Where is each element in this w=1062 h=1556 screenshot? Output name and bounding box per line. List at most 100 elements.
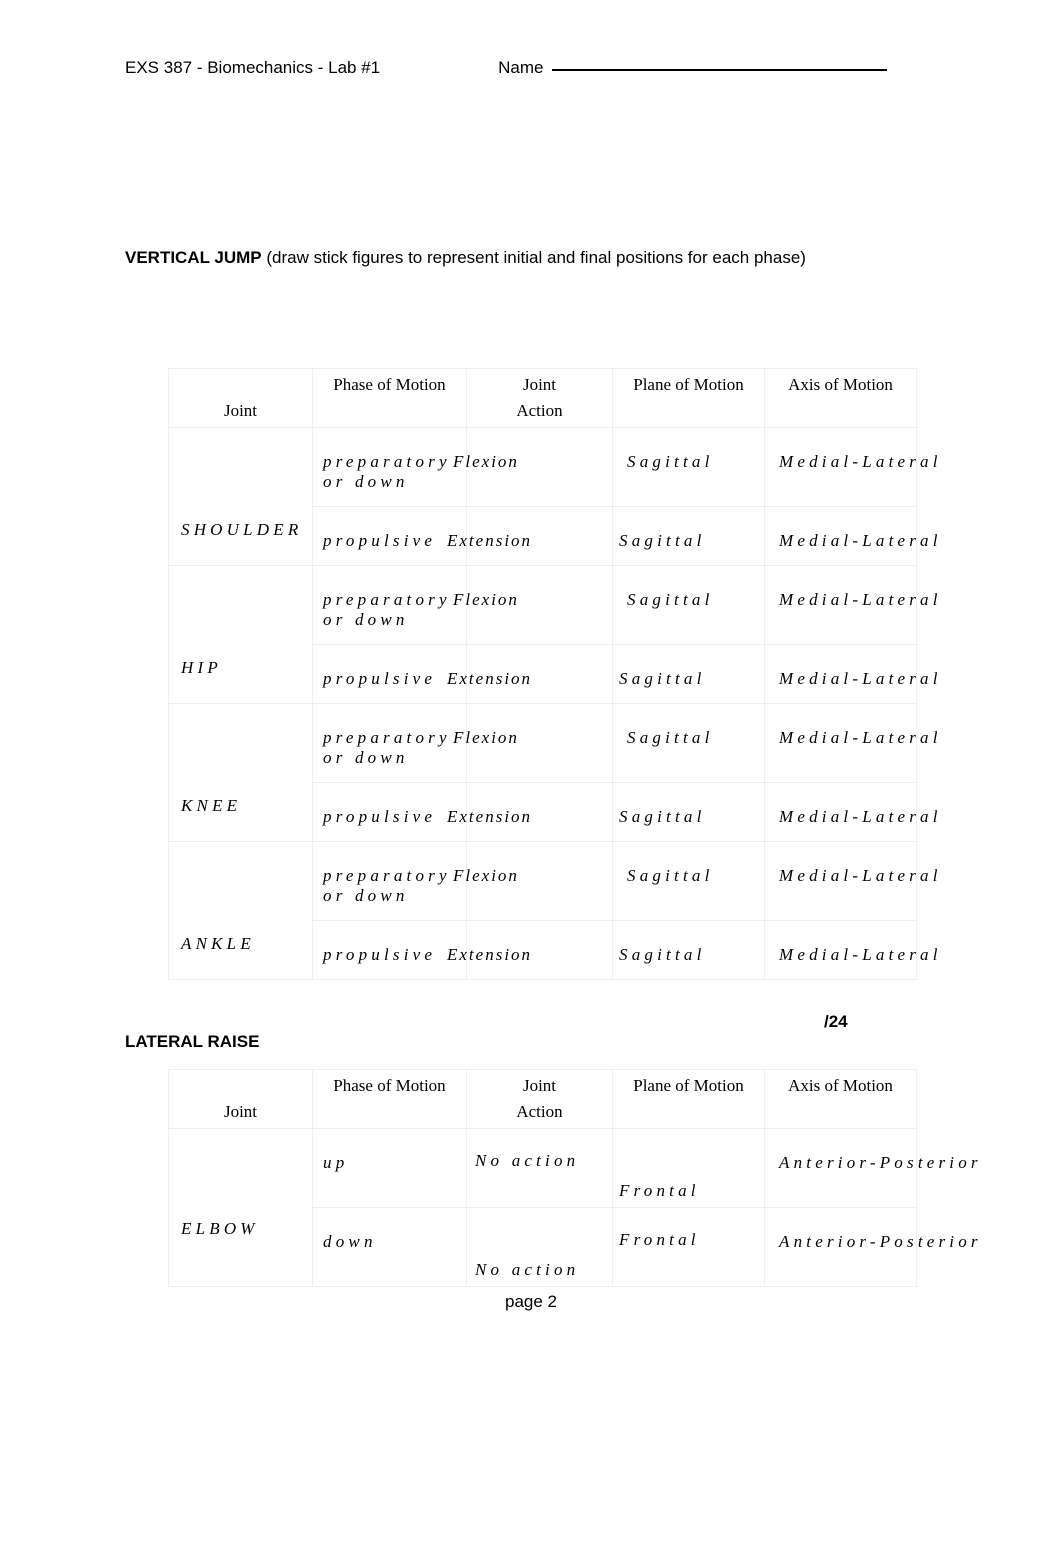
score-mark: /24 [824, 1012, 848, 1031]
header-label-joint-top: Joint [522, 375, 557, 394]
cell-plane[interactable]: Sagittal [612, 782, 765, 842]
header-cell-plane: Plane of Motion [612, 1069, 765, 1129]
cell-joint-action[interactable]: Flexion [453, 427, 613, 507]
cell-plane[interactable]: Sagittal [612, 506, 765, 566]
axis-value: Medial-Lateral [779, 807, 942, 826]
cell-plane[interactable]: Sagittal [612, 644, 765, 704]
joint-action-value: Extension [447, 669, 533, 688]
header-cell-axis: Axis of Motion [764, 1069, 917, 1129]
cell-axis[interactable]: Medial-Lateral [764, 427, 937, 507]
axis-value: Medial-Lateral [779, 452, 942, 471]
course-title: EXS 387 - Biomechanics - Lab #1 [125, 58, 381, 77]
joint-name: KNEE [181, 796, 242, 815]
cell-axis[interactable]: Medial-Lateral [764, 644, 937, 704]
cell-plane[interactable]: Sagittal [612, 920, 765, 980]
joint-name: SHOULDER [181, 520, 303, 539]
cell-axis[interactable]: Medial-Lateral [764, 920, 937, 980]
cell-joint-action[interactable]: Extension [447, 644, 613, 704]
cell-joint-action[interactable]: Extension [447, 782, 613, 842]
vertical-jump-table: Joint Phase of Motion Joint Action Plane… [168, 368, 937, 980]
plane-value: Sagittal [627, 728, 714, 747]
axis-value: Medial-Lateral [779, 866, 942, 885]
phase-line-1: preparatory [323, 866, 451, 885]
header-cell-phase: Phase of Motion [312, 1069, 467, 1129]
cell-plane[interactable]: Sagittal [612, 703, 765, 783]
table-header-row: Joint Phase of Motion Joint Action Plane… [168, 1069, 917, 1129]
cell-joint-action[interactable]: Flexion [453, 703, 613, 783]
cell-phase[interactable]: down [312, 1207, 467, 1287]
cell-phase[interactable]: preparatory or down [312, 841, 467, 921]
cell-axis[interactable]: Medial-Lateral [764, 565, 937, 645]
page-footer: page 2 [505, 1292, 557, 1311]
cell-joint-action[interactable]: Extension [447, 920, 613, 980]
joint-name: ELBOW [181, 1219, 259, 1238]
header-cell-axis: Axis of Motion [764, 368, 917, 428]
vertical-jump-heading: VERTICAL JUMP (draw stick figures to rep… [125, 248, 806, 268]
table-row: SHOULDER preparatory or down Flexion Sag… [168, 427, 937, 566]
header-label-joint: Joint [223, 1102, 258, 1121]
phase-line-2: or down [323, 886, 409, 905]
cell-phase[interactable]: propulsive [312, 782, 467, 842]
plane-value: Frontal [619, 1230, 700, 1249]
phase-line-1: preparatory [323, 590, 451, 609]
cell-axis[interactable]: Medial-Lateral [764, 703, 937, 783]
axis-value: Medial-Lateral [779, 531, 942, 550]
cell-joint: ELBOW [168, 1128, 313, 1287]
cell-phase[interactable]: up [312, 1128, 467, 1208]
cell-axis[interactable]: Anterior-Posterior [764, 1128, 978, 1208]
joint-action-value: No action [475, 1151, 580, 1170]
axis-value: Medial-Lateral [779, 728, 942, 747]
cell-plane[interactable]: Sagittal [612, 841, 765, 921]
cell-axis[interactable]: Medial-Lateral [764, 506, 937, 566]
phase-line-1: propulsive [323, 945, 437, 964]
cell-phase[interactable]: propulsive [312, 506, 467, 566]
cell-plane[interactable]: Sagittal [612, 427, 765, 507]
phase-line-1: preparatory [323, 728, 451, 747]
vertical-jump-heading-strong: VERTICAL JUMP [125, 248, 262, 267]
plane-value: Sagittal [619, 807, 706, 826]
lateral-raise-heading: LATERAL RAISE [125, 1032, 260, 1051]
plane-value: Sagittal [619, 531, 706, 550]
phase-line-1: propulsive [323, 807, 437, 826]
cell-joint: SHOULDER [168, 427, 313, 566]
cell-axis[interactable]: Medial-Lateral [764, 782, 937, 842]
axis-value: Anterior-Posterior [779, 1232, 982, 1251]
table-row: ANKLE preparatory or down Flexion Sagitt… [168, 841, 937, 980]
cell-phase[interactable]: propulsive [312, 644, 467, 704]
table-header-row: Joint Phase of Motion Joint Action Plane… [168, 368, 917, 428]
cell-plane[interactable]: Frontal [612, 1128, 765, 1208]
joint-name: ANKLE [181, 934, 255, 953]
joint-action-value: Extension [447, 807, 533, 826]
name-label: Name [498, 58, 544, 77]
cell-phase[interactable]: propulsive [312, 920, 467, 980]
cell-joint: KNEE [168, 703, 313, 842]
cell-joint-action[interactable]: Extension [447, 506, 613, 566]
cell-joint-action[interactable]: No action [466, 1128, 613, 1208]
header-cell-joint: Joint [168, 368, 313, 428]
cell-plane[interactable]: Sagittal [612, 565, 765, 645]
header-label-phase: Phase of Motion [333, 375, 446, 394]
cell-joint-action[interactable]: Flexion [453, 565, 613, 645]
header-cell-joint-action: Joint Action [466, 1069, 613, 1129]
header-label-joint-top: Joint [522, 1076, 557, 1095]
header-label-axis: Axis of Motion [788, 1076, 893, 1095]
axis-value: Anterior-Posterior [779, 1153, 982, 1172]
cell-joint: HIP [168, 565, 313, 704]
joint-action-value: Flexion [453, 452, 519, 471]
cell-phase[interactable]: preparatory or down [312, 565, 467, 645]
cell-phase[interactable]: preparatory or down [312, 703, 467, 783]
phase-line-1: preparatory [323, 452, 451, 471]
phase-line-2: or down [323, 472, 409, 491]
header-label-action-bottom: Action [516, 401, 563, 420]
cell-joint-action[interactable]: Flexion [453, 841, 613, 921]
cell-axis[interactable]: Medial-Lateral [764, 841, 937, 921]
cell-plane[interactable]: Frontal [612, 1207, 765, 1287]
document-header: EXS 387 - Biomechanics - Lab #1 Name [125, 58, 952, 78]
cell-axis[interactable]: Anterior-Posterior [764, 1207, 978, 1287]
header-label-joint: Joint [223, 401, 258, 420]
cell-phase[interactable]: preparatory or down [312, 427, 467, 507]
joint-action-value: Extension [447, 531, 533, 550]
header-cell-joint: Joint [168, 1069, 313, 1129]
cell-joint-action[interactable]: No action [466, 1207, 613, 1287]
name-write-in-line[interactable] [551, 68, 887, 71]
